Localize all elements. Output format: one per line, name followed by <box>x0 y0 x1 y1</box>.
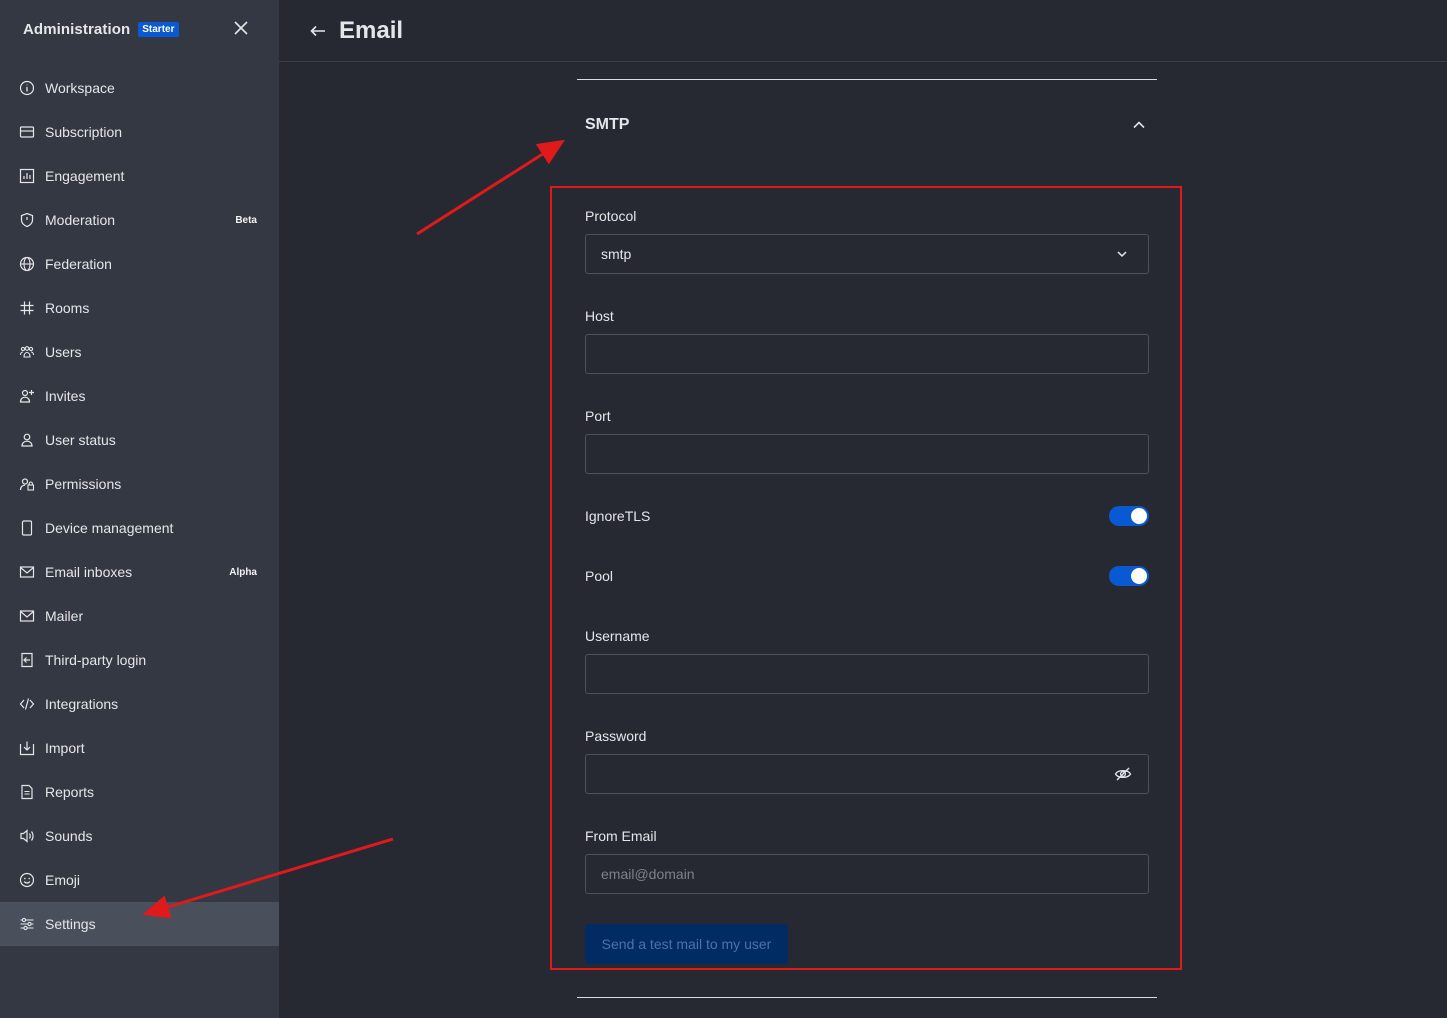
sidebar-item-email-inboxes[interactable]: Email inboxes Alpha <box>0 550 279 594</box>
close-icon <box>234 21 248 35</box>
user-icon <box>18 431 36 449</box>
alpha-tag: Alpha <box>229 566 257 578</box>
sidebar-item-label: Engagement <box>45 168 125 184</box>
info-icon <box>18 79 36 97</box>
sidebar-item-rooms[interactable]: Rooms <box>0 286 279 330</box>
sidebar-item-reports[interactable]: Reports <box>0 770 279 814</box>
mobile-icon <box>18 519 36 537</box>
sidebar-item-label: Rooms <box>45 300 90 316</box>
close-sidebar-button[interactable] <box>230 17 252 39</box>
sidebar-item-label: Third-party login <box>45 652 147 668</box>
sidebar-item-label: Federation <box>45 256 112 272</box>
sidebar-item-invites[interactable]: Invites <box>0 374 279 418</box>
section-divider-bottom <box>577 997 1157 998</box>
sidebar-item-label: Users <box>45 344 82 360</box>
sidebar-item-label: Import <box>45 740 85 756</box>
sidebar-item-label: Mailer <box>45 608 84 624</box>
login-icon <box>18 651 36 669</box>
hash-icon <box>18 299 36 317</box>
sidebar-item-label: Integrations <box>45 696 119 712</box>
sidebar-item-label: Emoji <box>45 872 81 888</box>
chevron-up-icon[interactable] <box>1129 115 1149 135</box>
emoji-icon <box>18 871 36 889</box>
mail-icon <box>18 563 36 581</box>
card-icon <box>18 123 36 141</box>
sidebar-header: Administration Starter <box>23 19 263 39</box>
sidebar-item-emoji[interactable]: Emoji <box>0 858 279 902</box>
sidebar-item-label: Permissions <box>45 476 122 492</box>
import-icon <box>18 739 36 757</box>
sidebar-item-permissions[interactable]: Permissions <box>0 462 279 506</box>
sidebar-item-user-status[interactable]: User status <box>0 418 279 462</box>
mail-icon <box>18 607 36 625</box>
sidebar-item-users[interactable]: Users <box>0 330 279 374</box>
sidebar-item-label: Settings <box>45 916 96 932</box>
sidebar-item-label: Device management <box>45 520 174 536</box>
smtp-section-header[interactable]: SMTP <box>585 114 1149 136</box>
sidebar-item-label: Sounds <box>45 828 93 844</box>
back-button[interactable] <box>307 20 329 42</box>
sidebar-item-workspace[interactable]: Workspace <box>0 66 279 110</box>
document-icon <box>18 783 36 801</box>
user-lock-icon <box>18 475 36 493</box>
sidebar-item-integrations[interactable]: Integrations <box>0 682 279 726</box>
sidebar-nav: Workspace Subscription Engagement Modera… <box>0 66 279 946</box>
sidebar-item-label: Reports <box>45 784 95 800</box>
sidebar-item-third-party-login[interactable]: Third-party login <box>0 638 279 682</box>
sidebar-item-label: Moderation <box>45 212 116 228</box>
beta-tag: Beta <box>235 214 257 226</box>
volume-icon <box>18 827 36 845</box>
annotation-highlight-box <box>550 186 1182 970</box>
section-title: SMTP <box>585 116 630 133</box>
sidebar-item-settings[interactable]: Settings <box>0 902 279 946</box>
arrow-left-icon <box>310 25 325 36</box>
sidebar-item-sounds[interactable]: Sounds <box>0 814 279 858</box>
user-plus-icon <box>18 387 36 405</box>
sidebar-item-subscription[interactable]: Subscription <box>0 110 279 154</box>
code-icon <box>18 695 36 713</box>
sliders-icon <box>18 915 36 933</box>
sidebar-item-federation[interactable]: Federation <box>0 242 279 286</box>
sidebar-item-label: Subscription <box>45 124 123 140</box>
globe-icon <box>18 255 36 273</box>
sidebar-item-engagement[interactable]: Engagement <box>0 154 279 198</box>
page-title: Email <box>339 16 404 44</box>
sidebar-item-moderation[interactable]: Moderation Beta <box>0 198 279 242</box>
sidebar-item-label: User status <box>45 432 116 448</box>
plan-badge: Starter <box>138 21 179 37</box>
section-divider-top <box>577 79 1157 80</box>
sidebar-item-label: Invites <box>45 388 86 404</box>
sidebar-item-label: Email inboxes <box>45 564 133 580</box>
sidebar-item-device-management[interactable]: Device management <box>0 506 279 550</box>
sidebar-item-mailer[interactable]: Mailer <box>0 594 279 638</box>
sidebar-item-label: Workspace <box>45 80 115 96</box>
admin-sidebar: Administration Starter Workspace Subscri… <box>0 0 279 1018</box>
page-header: Email <box>279 0 1447 62</box>
sidebar-title: Administration <box>23 20 131 38</box>
bar-chart-icon <box>18 167 36 185</box>
sidebar-item-import[interactable]: Import <box>0 726 279 770</box>
shield-icon <box>18 211 36 229</box>
team-icon <box>18 343 36 361</box>
